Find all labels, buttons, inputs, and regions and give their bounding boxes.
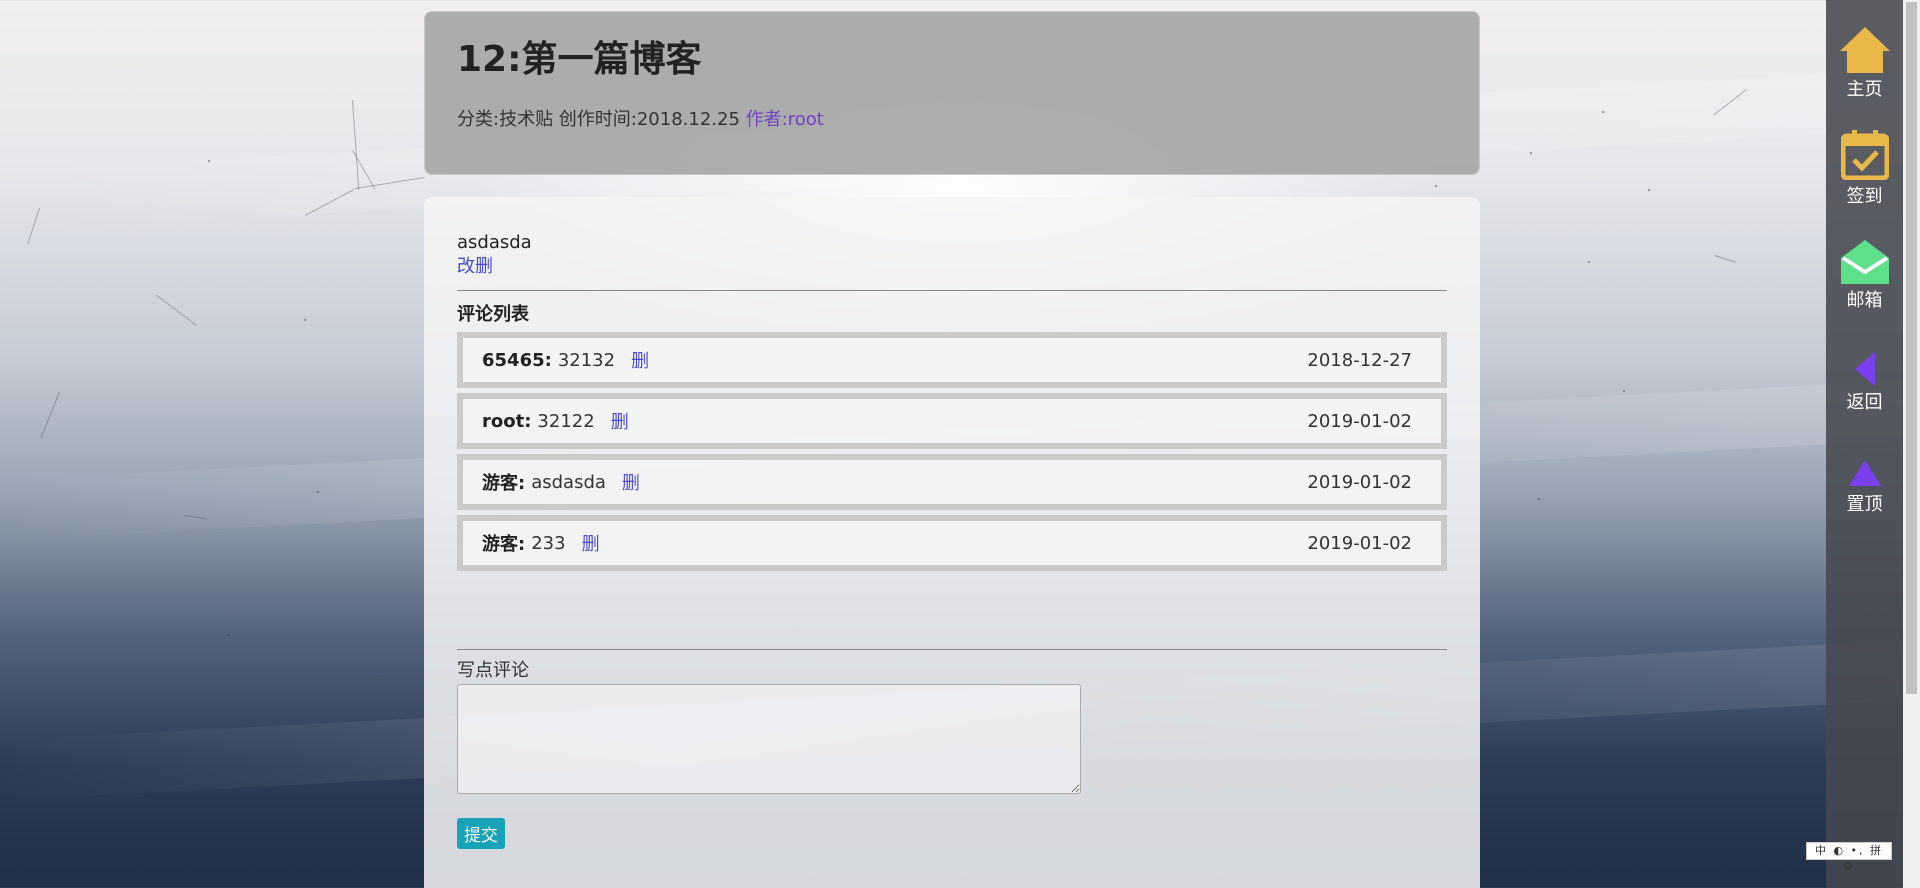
background-dot	[317, 491, 319, 493]
background-dot	[208, 160, 210, 162]
post-category-and-date: 分类:技术贴 创作时间:2018.12.25	[457, 109, 746, 130]
background-line	[1714, 255, 1736, 263]
ime-status-bar[interactable]: 中 ◐ •, 拼 ⚙	[1806, 842, 1892, 873]
comment-text: 32122	[537, 410, 595, 432]
comment-textarea[interactable]	[457, 684, 1081, 794]
delete-comment-link[interactable]: 删	[611, 408, 629, 434]
nav-label: 签到	[1846, 186, 1883, 207]
background-line	[40, 391, 60, 439]
post-meta: 分类:技术贴 创作时间:2018.12.25 作者:root	[457, 108, 1447, 132]
comment-author: 游客:	[482, 473, 526, 494]
calendar-check-icon	[1840, 130, 1889, 180]
nav-label: 置顶	[1846, 494, 1883, 515]
nav-item-top[interactable]: 置顶	[1826, 460, 1903, 516]
nav-item-back[interactable]: 返回	[1826, 352, 1903, 414]
post-title: 12:第一篇博客	[457, 39, 702, 80]
background-dot	[1602, 111, 1604, 113]
background-dot	[1648, 189, 1650, 191]
post-author-link[interactable]: 作者:root	[746, 109, 824, 130]
nav-label: 主页	[1846, 79, 1883, 100]
comment-text: 32132	[557, 349, 616, 371]
nav-item-checkin[interactable]: 签到	[1826, 130, 1903, 208]
comment-item: 65465: 32132 删 2018-12-27	[457, 332, 1447, 388]
comment-date: 2019-01-02	[1307, 532, 1412, 554]
home-icon	[1839, 27, 1890, 73]
back-arrow-icon	[1854, 352, 1875, 386]
background-line	[107, 641, 162, 670]
nav-label: 邮箱	[1846, 290, 1883, 311]
scrollbar-thumb[interactable]	[1906, 2, 1917, 694]
comment-date: 2018-12-27	[1307, 349, 1412, 371]
page-scrollbar[interactable]	[1903, 0, 1920, 888]
background-dot	[1435, 185, 1437, 187]
comment-author: 65465:	[482, 349, 552, 371]
comment-text: 233	[531, 532, 566, 554]
comments-heading: 评论列表	[457, 304, 529, 325]
post-content-card: asdasda 改删 评论列表 65465: 32132 删 2018-12-2…	[424, 197, 1480, 888]
background-dot	[1588, 261, 1590, 263]
comment-author: root:	[482, 410, 532, 432]
background-dot	[1623, 390, 1625, 392]
edit-delete-link[interactable]: 改删	[457, 255, 493, 279]
nav-label: 返回	[1846, 392, 1883, 413]
side-nav: 主页 签到 邮箱 返回 置顶	[1826, 0, 1903, 888]
nav-item-home[interactable]: 主页	[1826, 27, 1903, 101]
comment-item: 游客: 233 删 2019-01-02	[457, 515, 1447, 571]
background-line	[360, 676, 389, 679]
comment-date: 2019-01-02	[1307, 410, 1412, 432]
post-body: asdasda	[457, 232, 532, 253]
background-line	[156, 295, 197, 326]
nav-item-mailbox[interactable]: 邮箱	[1826, 240, 1903, 312]
comment-date: 2019-01-02	[1307, 471, 1412, 493]
background-dot	[304, 319, 306, 321]
divider	[457, 290, 1447, 291]
top-arrow-icon	[1848, 460, 1881, 486]
delete-comment-link[interactable]: 删	[622, 469, 640, 495]
comment-form-label: 写点评论	[457, 660, 529, 681]
divider	[457, 649, 1447, 650]
delete-comment-link[interactable]: 删	[582, 530, 600, 556]
post-header-card: 12:第一篇博客 分类:技术贴 创作时间:2018.12.25 作者:root	[424, 11, 1480, 175]
comment-author: 游客:	[482, 534, 526, 555]
delete-comment-link[interactable]: 删	[631, 347, 649, 373]
background-dot	[1530, 152, 1532, 154]
comment-item: root: 32122 删 2019-01-02	[457, 393, 1447, 449]
mail-icon	[1840, 240, 1889, 284]
comment-text: asdasda	[531, 471, 606, 493]
submit-comment-button[interactable]: 提交	[457, 818, 505, 849]
background-dot	[228, 634, 230, 636]
comment-item: 游客: asdasda 删 2019-01-02	[457, 454, 1447, 510]
background-dot	[1538, 498, 1540, 500]
